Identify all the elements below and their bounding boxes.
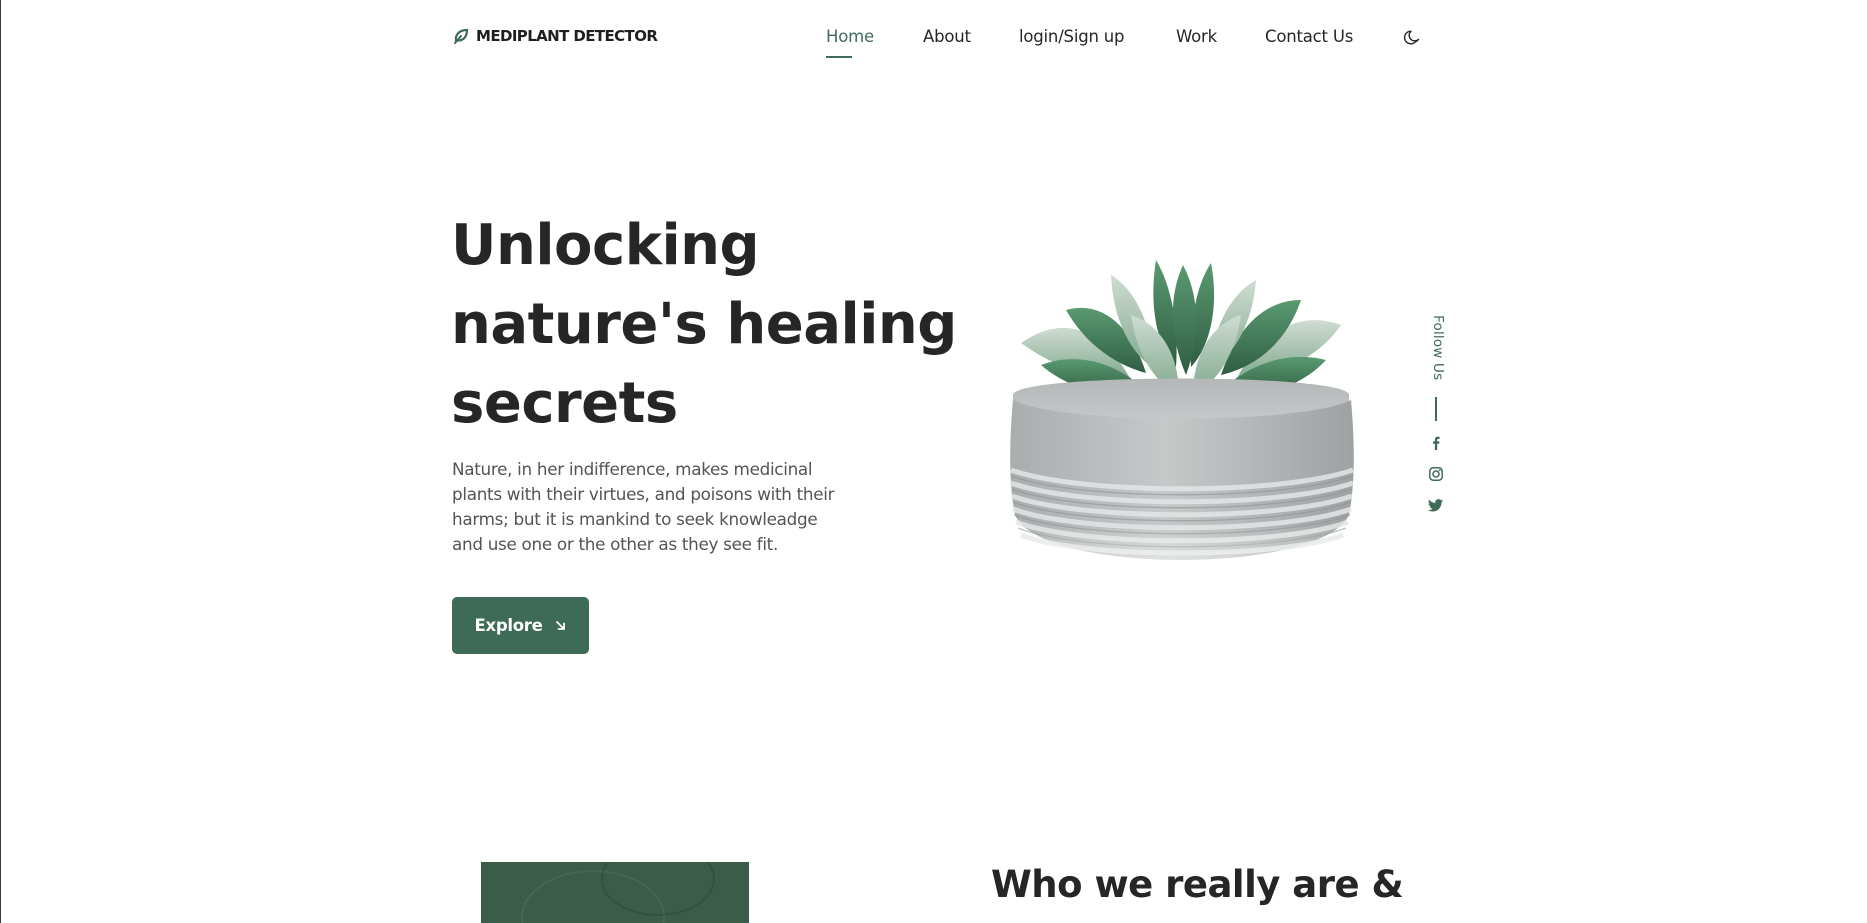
nav-item-contact-us[interactable]: Contact Us: [1265, 27, 1353, 46]
follow-divider: [1435, 397, 1437, 421]
social-sidebar: Follow Us: [1426, 315, 1446, 555]
arrow-down-right-icon: [556, 621, 566, 630]
active-nav-indicator: [826, 56, 852, 58]
twitter-icon: [1428, 499, 1443, 512]
facebook-icon: [1433, 436, 1440, 450]
nav-item-about[interactable]: About: [923, 27, 971, 46]
main-nav: Home About login/Sign up Work Contact Us: [1, 27, 1867, 57]
instagram-icon: [1429, 467, 1443, 481]
hero-description: Nature, in her indifference, makes medic…: [452, 459, 835, 554]
about-heading: Who we really are &: [991, 863, 1404, 906]
explore-button-label: Explore: [474, 616, 543, 635]
moon-icon[interactable]: [1403, 29, 1421, 47]
nav-item-work[interactable]: Work: [1176, 27, 1217, 46]
twitter-link[interactable]: [1428, 497, 1444, 513]
instagram-link[interactable]: [1428, 466, 1444, 482]
page: MEDIPLANT DETECTOR Home About login/Sign…: [0, 0, 1867, 923]
site-header: MEDIPLANT DETECTOR Home About login/Sign…: [1, 0, 1867, 80]
about-image: [481, 862, 749, 923]
follow-us-label: Follow Us: [1430, 315, 1446, 381]
succulent-plant-image: [1001, 260, 1361, 600]
nav-item-login-signup[interactable]: login/Sign up: [1019, 27, 1125, 46]
facebook-link[interactable]: [1428, 435, 1444, 451]
explore-button[interactable]: Explore: [452, 597, 589, 654]
nav-item-home[interactable]: Home: [826, 27, 874, 46]
hero-title: Unlocking nature's healing secrets: [451, 213, 957, 436]
